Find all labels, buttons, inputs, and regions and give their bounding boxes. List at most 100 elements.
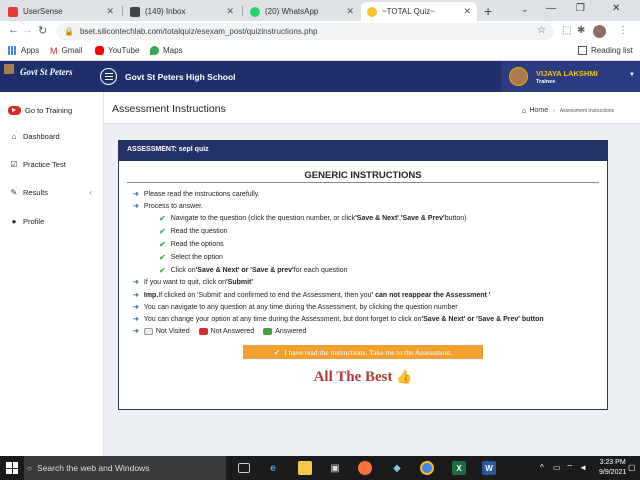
check-icon: ✔ <box>159 240 166 249</box>
status-legend: ➜ Not Visited Not Answered Answered <box>133 327 306 335</box>
address-bar[interactable]: 🔒 bset.silicontechlab.com/totalquiz/esex… <box>56 23 554 40</box>
caret-down-icon: ▼ <box>629 72 635 78</box>
close-icon[interactable]: ✕ <box>346 6 354 17</box>
wifi-icon[interactable]: ⌔ <box>566 463 574 473</box>
tab-total-quiz[interactable]: ~TOTAL Quiz~ ✕ <box>361 2 477 21</box>
sidebar-item-results[interactable]: ✎ Results ‹ <box>0 181 104 203</box>
inbox-favicon-icon <box>130 6 140 17</box>
legend-label: Answered <box>275 327 307 335</box>
puzzle-icon[interactable]: ✱ <box>577 25 585 36</box>
sidebar-item-label: Results <box>23 187 49 197</box>
button-label: I have read the instructions. Take me to… <box>284 347 453 357</box>
word-icon[interactable]: W <box>482 461 496 475</box>
sidebar-item-practice-test[interactable]: ☑ Practice Test <box>0 153 104 175</box>
app-icon[interactable]: ◆ <box>390 461 404 475</box>
wrench-icon: ✎ <box>10 187 18 197</box>
sidebar-item-profile[interactable]: ● Profile <box>0 210 104 232</box>
logo[interactable]: Govt St Peters <box>0 61 104 92</box>
firefox-icon[interactable] <box>358 461 372 475</box>
dashboard-icon: ⌂ <box>11 131 17 141</box>
tab-divider <box>242 6 243 16</box>
bookmarks-bar: Apps M Gmail YouTube Maps Reading list <box>0 42 640 61</box>
bookmark-gmail[interactable]: M Gmail <box>50 46 82 56</box>
instruction-text: Read the question <box>170 228 228 235</box>
forward-arrow-icon[interactable]: → <box>22 24 33 36</box>
tab-whatsapp[interactable]: (20) WhatsApp ✕ <box>244 2 360 21</box>
arrow-right-icon: ➜ <box>133 279 139 286</box>
content-header: Assessment Instructions ⌂ Home › Assessm… <box>104 92 640 124</box>
close-icon[interactable]: ✕ <box>463 6 471 17</box>
tab-usersense[interactable]: UserSense ✕ <box>2 2 120 21</box>
back-arrow-icon[interactable]: ← <box>8 24 19 36</box>
file-explorer-icon[interactable] <box>298 461 312 475</box>
chrome-icon[interactable] <box>420 461 434 475</box>
bookmark-maps[interactable]: Maps <box>150 46 183 55</box>
store-icon[interactable]: ▣ <box>328 461 342 475</box>
taskbar-search-input[interactable]: ○ Search the web and Windows <box>24 456 226 480</box>
sidebar-item-go-to-training[interactable]: Go to Training <box>0 99 104 121</box>
reading-list[interactable]: Reading list <box>578 46 633 55</box>
instruction-emphasis: 'Save & Next' or 'Save & prev' <box>195 267 294 274</box>
reading-list-icon <box>578 46 587 55</box>
windows-taskbar: ○ Search the web and Windows e ▣ ◆ X W ^… <box>0 456 640 480</box>
instruction-subitem: ✔ Read the options <box>159 240 224 249</box>
tab-inbox[interactable]: (149) Inbox ✕ <box>124 2 240 21</box>
chevron-up-icon[interactable]: ^ <box>540 463 544 472</box>
instruction-text: Click on <box>170 267 196 274</box>
bookmark-star-icon[interactable]: ☆ <box>537 25 546 36</box>
breadcrumb-separator: › <box>553 107 555 114</box>
sidebar-item-label: Profile <box>23 216 45 226</box>
network-icon[interactable]: ▭ <box>553 463 561 472</box>
hamburger-menu-icon[interactable] <box>100 68 117 85</box>
youtube-icon <box>95 46 104 55</box>
bookmark-apps[interactable]: Apps <box>8 46 39 55</box>
close-window-button[interactable]: ✕ <box>612 3 620 14</box>
instruction-emphasis: 'Save & Next' <box>355 215 399 222</box>
tab-search-chevron-icon[interactable]: ⌄ <box>521 4 529 15</box>
taskbar-clock[interactable]: 3:23 PM 9/9/2021 <box>599 458 626 478</box>
close-icon[interactable]: ✕ <box>226 6 234 17</box>
notifications-icon[interactable]: ▢ <box>628 463 636 472</box>
instruction-text: If clicked on 'Submit' and confirmed to … <box>158 291 372 299</box>
close-icon[interactable]: ✕ <box>106 6 114 17</box>
reload-icon[interactable]: ↻ <box>38 24 47 37</box>
start-assessment-button[interactable]: ✔ I have read the instructions. Take me … <box>243 345 483 359</box>
usersense-favicon-icon <box>8 6 18 17</box>
legend-label: Not Answered <box>210 327 255 335</box>
instruction-emphasis: 'Save & Prev' <box>400 215 445 222</box>
logo-text: Govt St Peters <box>20 67 73 77</box>
apps-grid-icon <box>8 46 17 55</box>
divider <box>127 182 599 183</box>
new-tab-button[interactable]: + <box>484 3 492 19</box>
search-placeholder: Search the web and Windows <box>37 463 150 473</box>
bookmark-label: Apps <box>21 46 40 55</box>
volume-icon[interactable]: ◄ <box>579 463 587 472</box>
minimize-button[interactable]: — <box>546 3 556 14</box>
extensions-icon[interactable]: ⬚ <box>562 25 571 36</box>
windows-start-icon[interactable] <box>6 462 18 474</box>
clock-date: 9/9/2021 <box>599 469 627 476</box>
instruction-emphasis: 'Save & Next' or 'Save & Prev' button <box>421 315 544 323</box>
dashboard-icon: ⌂ <box>521 106 527 115</box>
instruction-subitem: ✔ Navigate to the question (click the qu… <box>159 214 467 223</box>
arrow-right-icon: ➜ <box>133 203 139 210</box>
menu-kebab-icon[interactable]: ⋮ <box>618 25 628 36</box>
profile-avatar-icon[interactable] <box>593 25 606 38</box>
sidebar-item-label: Go to Training <box>25 105 73 115</box>
breadcrumb: ⌂ Home › Assessment Instructions <box>522 106 614 115</box>
breadcrumb-home[interactable]: Home <box>529 107 548 114</box>
avatar <box>509 67 528 86</box>
reading-list-label: Reading list <box>591 46 633 55</box>
excel-icon[interactable]: X <box>452 461 466 475</box>
instruction-text: Please read the instructions carefully. <box>143 190 260 198</box>
user-menu[interactable]: VIJAYA LAKSHMI Trainee ▼ <box>501 61 640 92</box>
maps-pin-icon <box>150 46 159 55</box>
bookmark-youtube[interactable]: YouTube <box>95 46 139 55</box>
task-view-icon[interactable] <box>238 463 250 473</box>
sidebar-item-dashboard[interactable]: ⌂ Dashboard <box>0 125 104 147</box>
sidebar-item-label: Practice Test <box>23 159 66 169</box>
maximize-button[interactable]: ❐ <box>576 3 585 14</box>
edge-icon[interactable]: e <box>266 461 280 475</box>
instruction-emphasis: Imp. <box>143 291 159 299</box>
section-title: GENERIC INSTRUCTIONS <box>304 170 422 181</box>
